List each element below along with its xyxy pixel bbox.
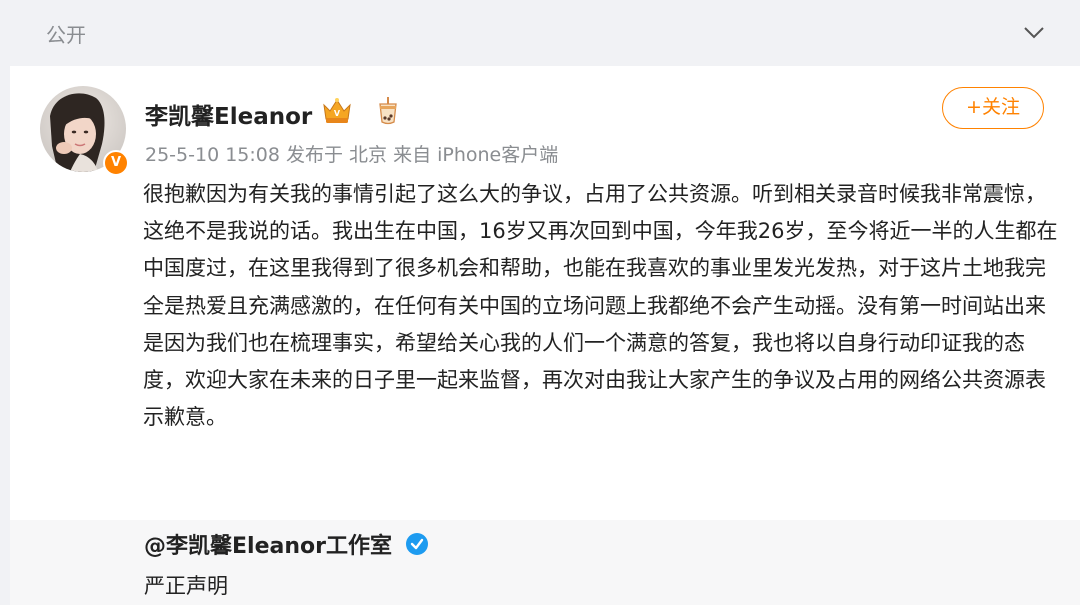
post-content: 很抱歉因为有关我的事情引起了这么大的争议，占用了公共资源。听到相关录音时候我非常… [143, 182, 1058, 430]
post-meta: 25-5-10 15:08 发布于 北京 来自 iPhone客户端 [145, 144, 559, 166]
post-card: V 李凯馨Eleanor V 25-5-10 15:08 发布于 北京 来自 i… [10, 66, 1080, 520]
post-header-bar: 公开 [0, 0, 1080, 66]
follow-button[interactable]: +关注 [942, 87, 1044, 129]
repost-text: 严正声明 [144, 574, 228, 598]
visibility-label: 公开 [46, 23, 86, 47]
author-name[interactable]: 李凯馨Eleanor [145, 97, 312, 131]
user-badges: V [321, 96, 400, 126]
repost-author[interactable]: @李凯馨Eleanor工作室 [144, 528, 392, 560]
verified-blue-icon [406, 533, 428, 555]
repost-section[interactable]: @李凯馨Eleanor工作室 严正声明 [10, 520, 1080, 605]
svg-text:V: V [334, 109, 341, 118]
verified-badge: V [103, 150, 129, 176]
bubble-tea-icon[interactable] [376, 96, 400, 126]
chevron-down-icon[interactable] [1020, 20, 1048, 44]
vip-crown-icon[interactable]: V [321, 96, 353, 126]
